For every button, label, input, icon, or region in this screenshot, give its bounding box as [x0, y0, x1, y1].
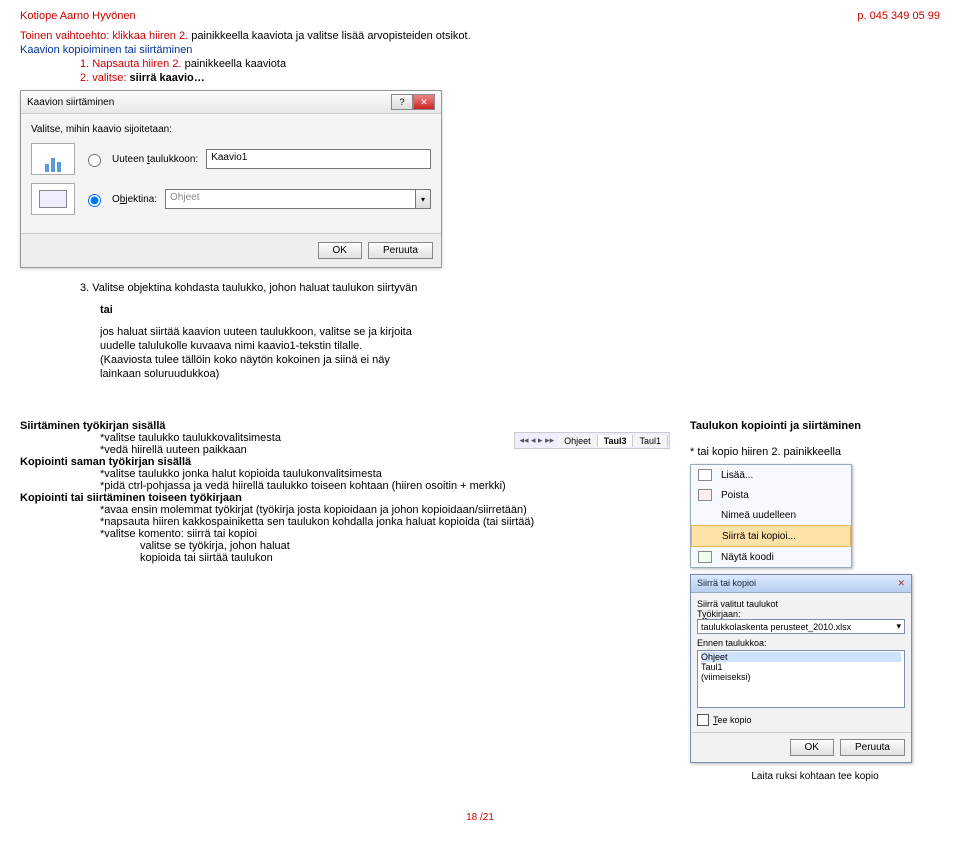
tab-nav-arrows[interactable]: ◂◂ ◂ ▸ ▸▸ — [516, 434, 559, 447]
step2-a: 2. valitse: — [80, 72, 130, 84]
code-icon — [697, 550, 713, 564]
section-heading: Kaavion kopioiminen tai siirtäminen — [20, 44, 940, 56]
dialog2-close-icon[interactable]: ✕ — [897, 578, 905, 589]
mid-p2: uudelle talulukolle kuvaava nimi kaavio1… — [100, 340, 940, 352]
doc-author: Kotiope Aarno Hyvönen — [20, 10, 136, 22]
insert-icon — [697, 468, 713, 482]
h3-b2: *napsauta hiiren kakkospainiketta sen ta… — [100, 516, 670, 528]
h3-b3: *valitse komento: siirrä tai kopioi — [100, 528, 670, 540]
dialog1-prompt: Valitse, mihin kaavio sijoitetaan: — [31, 124, 431, 135]
step2-b: siirrä kaavio… — [130, 72, 205, 84]
list-item[interactable]: Taul1 — [701, 662, 901, 672]
h1-b1: *valitse taulukko taulukkovalitsimesta — [100, 432, 281, 444]
context-menu: Lisää... Poista Nimeä uudelleen Siirrä t… — [690, 464, 852, 568]
make-copy-label: Tee kopio — [713, 715, 752, 725]
d2-lbl1: Siirrä valitut taulukot — [697, 599, 905, 609]
h3-b1: *avaa ensin molemmat työkirjat (työkirja… — [100, 504, 670, 516]
tab-taul1[interactable]: Taul1 — [633, 435, 668, 447]
rename-icon — [697, 508, 713, 522]
ok-button[interactable]: OK — [318, 242, 362, 259]
move-chart-dialog: Kaavion siirtäminen ? ✕ Valitse, mihin k… — [20, 90, 442, 268]
opt1-label: Uuteen taulukkoon: — [112, 154, 198, 165]
d2-ok-button[interactable]: OK — [790, 739, 834, 756]
page-number: 18 /21 — [20, 812, 940, 823]
mid-p3: (Kaaviosta tulee tällöin koko näytön kok… — [100, 354, 940, 366]
dialog1-title: Kaavion siirtäminen — [27, 97, 114, 108]
move-or-copy-dialog: Siirrä tai kopioi ✕ Siirrä valitut taulu… — [690, 574, 912, 763]
step3: 3. Valitse objektina kohdasta taulukko, … — [80, 282, 940, 294]
h2: Kopiointi saman työkirjan sisällä — [20, 456, 670, 468]
h3-b4b: kopioida tai siirtää taulukon — [140, 552, 670, 564]
d2-lbl3: Ennen taulukkoa: — [697, 638, 905, 648]
d2-lbl2: Työkirjaan: — [697, 609, 905, 619]
h2-b1: *valitse taulukko jonka halut kopioida t… — [100, 468, 670, 480]
tab-taul3[interactable]: Taul3 — [598, 435, 634, 447]
object-in-icon — [31, 183, 75, 215]
list-item[interactable]: (viimeiseksi) — [701, 672, 901, 682]
h2-b2: *pidä ctrl-pohjassa ja vedä hiirellä tau… — [100, 480, 670, 492]
h1: Siirtäminen työkirjan sisällä — [20, 420, 670, 432]
tab-ohjeet[interactable]: Ohjeet — [558, 435, 598, 447]
tai-label: tai — [100, 304, 940, 316]
chevron-down-icon: ▾ — [896, 621, 901, 632]
chevron-down-icon[interactable]: ▾ — [416, 189, 431, 209]
h1-b2: *vedä hiirellä uuteen paikkaan — [100, 444, 281, 456]
h3: Kopiointi tai siirtäminen toiseen työkir… — [20, 492, 670, 504]
d2-cancel-button[interactable]: Peruuta — [840, 739, 905, 756]
list-item[interactable]: Ohjeet — [701, 652, 901, 662]
workbook-select[interactable]: taulukkolaskenta perusteet_2010.xlsx ▾ — [697, 619, 905, 634]
move-copy-icon — [698, 529, 714, 543]
ctx-move-or-copy[interactable]: Siirrä tai kopioi... — [691, 525, 851, 547]
intro-1a: Toinen vaihtoehto: klikkaa hiiren 2. — [20, 30, 188, 42]
right-title: Taulukon kopiointi ja siirtäminen — [690, 420, 940, 432]
step1-a: 1. Napsauta hiiren 2. — [80, 58, 182, 70]
opt2-label: Objektina: — [112, 194, 157, 205]
ctx-rename[interactable]: Nimeä uudelleen — [691, 505, 851, 525]
ctx-delete[interactable]: Poista — [691, 485, 851, 505]
h3-b4a: valitse se työkirja, johon haluat — [140, 540, 670, 552]
step1-b: painikkeella kaaviota — [182, 58, 287, 70]
caption: Laita ruksi kohtaan tee kopio — [690, 771, 940, 782]
make-copy-checkbox[interactable] — [697, 714, 709, 726]
doc-phone: p. 045 349 05 99 — [857, 10, 940, 22]
mid-p1: jos haluat siirtää kaavion uuteen tauluk… — [100, 326, 940, 338]
new-sheet-radio[interactable] — [88, 154, 101, 167]
close-button[interactable]: ✕ — [413, 94, 435, 110]
mid-p4: lainkaan soluruudukkoa) — [100, 368, 940, 380]
object-in-radio[interactable] — [88, 194, 101, 207]
new-sheet-icon — [31, 143, 75, 175]
intro-1b: painikkeella kaaviota ja valitse lisää a… — [188, 30, 471, 42]
help-button[interactable]: ? — [391, 94, 413, 110]
cancel-button[interactable]: Peruuta — [368, 242, 433, 259]
dialog2-title: Siirrä tai kopioi — [697, 578, 756, 589]
new-sheet-name-input[interactable]: Kaavio1 — [206, 149, 431, 169]
delete-icon — [697, 488, 713, 502]
before-sheet-list[interactable]: Ohjeet Taul1 (viimeiseksi) — [697, 650, 905, 708]
ctx-insert[interactable]: Lisää... — [691, 465, 851, 485]
sheet-tabs: ◂◂ ◂ ▸ ▸▸ Ohjeet Taul3 Taul1 — [514, 432, 671, 449]
ctx-view-code[interactable]: Näytä koodi — [691, 547, 851, 567]
object-in-select[interactable]: Ohjeet — [165, 189, 416, 209]
right-sub: * tai kopio hiiren 2. painikkeella — [690, 446, 940, 458]
